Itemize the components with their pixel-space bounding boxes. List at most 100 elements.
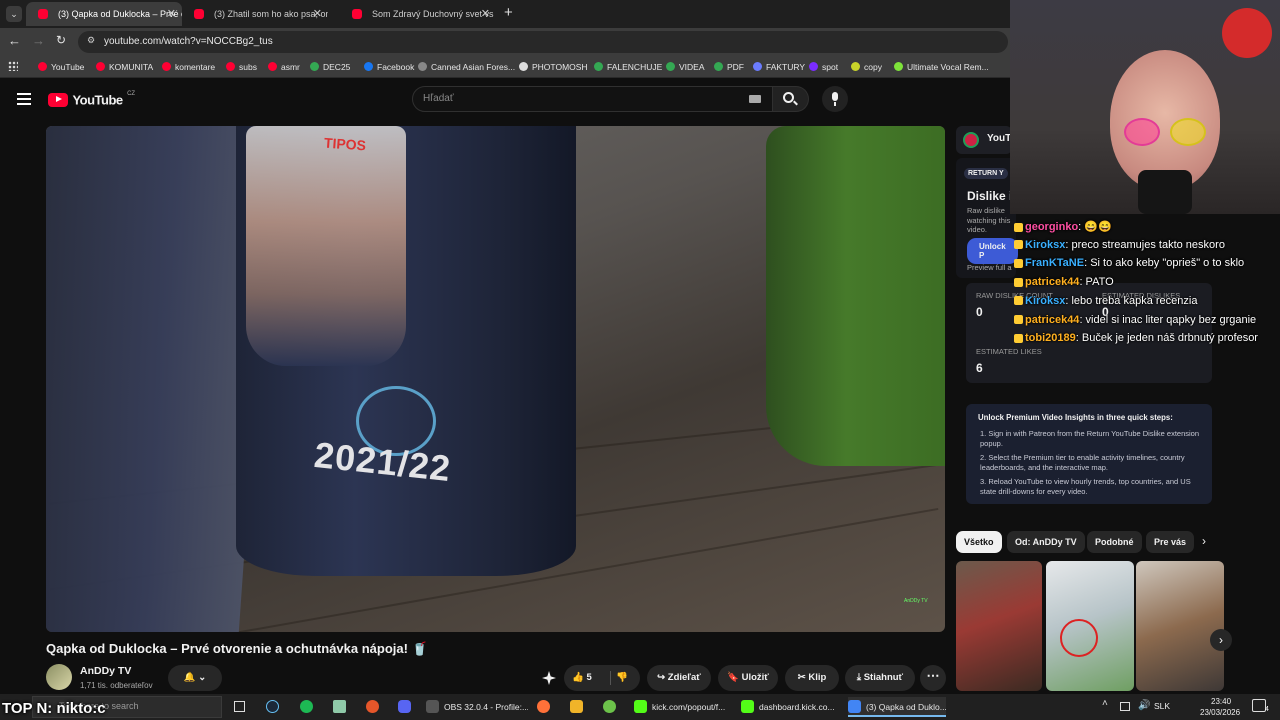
apps-grid-icon[interactable] xyxy=(8,61,18,71)
search-box[interactable]: Hľadať xyxy=(412,86,773,112)
chips-next-icon[interactable]: › xyxy=(1202,534,1206,548)
youtube-favicon-icon xyxy=(194,9,204,19)
volume-icon[interactable]: 🔊 xyxy=(1138,700,1150,711)
forward-icon[interactable]: → xyxy=(32,33,45,48)
task-view-icon[interactable] xyxy=(234,701,245,712)
bookmark-favicon-icon xyxy=(714,62,723,71)
clip-button[interactable]: ✂ Klip xyxy=(785,665,839,691)
bookmark-item[interactable]: Facebook xyxy=(364,56,414,78)
bookmark-item[interactable]: DEC25 xyxy=(310,56,350,78)
bookmark-item[interactable]: FAKTURY xyxy=(753,56,805,78)
bookmark-item[interactable]: VIDEA xyxy=(666,56,705,78)
bookmark-item[interactable]: PDF xyxy=(714,56,744,78)
bookmark-item[interactable]: Canned Asian Fores... xyxy=(418,56,515,78)
chat-username[interactable]: tobi20189 xyxy=(1025,332,1076,344)
browser-tab-2[interactable]: (3) Zhatil som ho ako psa, on m ✕ xyxy=(182,2,328,26)
steam-icon[interactable] xyxy=(266,700,279,713)
chat-username[interactable]: Kiroksx xyxy=(1025,295,1065,307)
firefox-icon[interactable] xyxy=(537,700,550,713)
back-icon[interactable]: ← xyxy=(8,33,21,48)
reload-icon[interactable]: ↻ xyxy=(56,33,66,47)
bookmark-item[interactable]: FALENCHUJE xyxy=(594,56,662,78)
chat-username[interactable]: georginko xyxy=(1025,221,1078,233)
chat-username[interactable]: patricek44 xyxy=(1025,314,1079,326)
bookmark-label: PHOTOMOSH xyxy=(532,62,588,72)
url-field[interactable]: ⚙ youtube.com/watch?v=NOCCBg2_tus xyxy=(78,31,1008,53)
channel-avatar[interactable] xyxy=(46,664,72,690)
channel-name[interactable]: AnDDy TV xyxy=(80,665,131,677)
taskbar-window[interactable]: dashboard.kick.co... xyxy=(741,697,841,717)
search-input[interactable]: Hľadať xyxy=(423,87,454,111)
drink-can: TIPOS 2021/22 xyxy=(236,126,576,576)
chat-text: : PATO xyxy=(1079,276,1114,289)
notifications-icon[interactable] xyxy=(1252,699,1266,712)
language-indicator[interactable]: SLK xyxy=(1154,701,1170,711)
hamburger-menu-icon[interactable] xyxy=(17,93,31,105)
bookmark-item[interactable]: spot xyxy=(809,56,838,78)
discord-icon[interactable] xyxy=(398,700,411,713)
recommended-thumbnail-2[interactable] xyxy=(1046,561,1134,691)
more-actions-button[interactable]: ⋯ xyxy=(920,665,946,691)
bookmark-label: Ultimate Vocal Rem... xyxy=(907,62,989,72)
bookmark-favicon-icon xyxy=(268,62,277,71)
youtube-logo[interactable]: YouTube CZ xyxy=(48,91,135,109)
bookmark-item[interactable]: copy xyxy=(851,56,882,78)
ryd-unlock-button[interactable]: Unlock P xyxy=(967,238,1018,264)
search-button[interactable] xyxy=(773,86,809,112)
voice-search-button[interactable] xyxy=(822,86,848,112)
clock-time[interactable]: 23:40 xyxy=(1211,697,1231,706)
extension-sparkle-icon[interactable] xyxy=(542,671,556,685)
video-player[interactable]: TIPOS 2021/22 AnDDy TV xyxy=(46,126,945,632)
recommended-thumbnail-3[interactable] xyxy=(1136,561,1224,691)
chip-related[interactable]: Podobné xyxy=(1087,531,1142,553)
clock-date[interactable]: 23/03/2026 xyxy=(1200,708,1240,717)
like-count: 5 xyxy=(586,672,592,683)
close-tab-icon[interactable]: ✕ xyxy=(481,2,490,26)
browser-tab-3[interactable]: Som Zdravý Duchovný svet vs / ✕ xyxy=(340,2,496,26)
bookmark-item[interactable]: asmr xyxy=(268,56,300,78)
bookmark-item[interactable]: YouTube xyxy=(38,56,84,78)
save-button[interactable]: 🔖 Uložiť xyxy=(718,665,778,691)
bookmark-item[interactable]: KOMUNITA xyxy=(96,56,153,78)
dislike-button[interactable]: 👎 xyxy=(616,665,628,691)
tray-chevron-icon[interactable]: ˄ xyxy=(1102,698,1108,709)
share-icon: ↪ xyxy=(657,672,666,683)
browser-tab-1[interactable]: (3) Qapka od Duklocka – Prvé o ✕ xyxy=(26,2,182,26)
bookmark-item[interactable]: PHOTOMOSH xyxy=(519,56,588,78)
tab-search-dropdown[interactable]: ⌄ xyxy=(6,6,22,22)
spotify-icon[interactable] xyxy=(300,700,313,713)
bookmark-item[interactable]: Ultimate Vocal Rem... xyxy=(894,56,989,78)
chat-username[interactable]: Kiroksx xyxy=(1025,239,1065,251)
like-button[interactable]: 👍 5 xyxy=(572,665,592,691)
new-tab-icon[interactable]: + xyxy=(504,4,513,21)
red-circle-annotation xyxy=(1060,619,1098,657)
chip-for-you[interactable]: Pre vás xyxy=(1146,531,1195,553)
app-icon[interactable] xyxy=(570,700,583,713)
chat-text: : lebo treba kapka recenzia xyxy=(1065,294,1198,307)
chat-text: : Buček je jeden náš drbnutý profesor xyxy=(1075,332,1258,345)
taskbar-window[interactable]: kick.com/popout/f... xyxy=(634,697,734,717)
bookmark-item[interactable]: komentare xyxy=(162,56,215,78)
chat-badge-icon xyxy=(1014,315,1023,325)
close-tab-icon[interactable]: ✕ xyxy=(313,2,322,26)
site-info-icon[interactable]: ⚙ xyxy=(87,35,95,46)
app-icon[interactable] xyxy=(603,700,616,713)
app-icon[interactable] xyxy=(366,700,379,713)
keyboard-icon[interactable] xyxy=(749,95,761,103)
recommended-thumbnail-1[interactable] xyxy=(956,561,1042,691)
share-button[interactable]: ↪ Zdieľať xyxy=(647,665,711,691)
chip-all[interactable]: Všetko xyxy=(956,531,1002,553)
network-icon[interactable] xyxy=(1120,702,1130,711)
bookmark-item[interactable]: subs xyxy=(226,56,257,78)
notifications-button[interactable]: 🔔 ⌄ xyxy=(168,665,222,691)
taskbar-window[interactable]: (3) Qapka od Duklo... xyxy=(848,697,946,717)
app-icon[interactable] xyxy=(333,700,346,713)
close-tab-icon[interactable]: ✕ xyxy=(167,2,176,26)
thumbnails-next-button[interactable]: › xyxy=(1210,629,1232,651)
chat-username[interactable]: FranKTaNE xyxy=(1025,257,1084,269)
chip-from-channel[interactable]: Od: AnDDy TV xyxy=(1007,531,1085,553)
download-button[interactable]: ⤓ Stiahnuť xyxy=(845,665,915,691)
taskbar-window[interactable]: OBS 32.0.4 - Profile:... xyxy=(426,697,528,717)
windows-taskbar: Type here to search OBS 32.0.4 - Profile… xyxy=(0,694,1280,720)
chat-username[interactable]: patricek44 xyxy=(1025,276,1079,288)
